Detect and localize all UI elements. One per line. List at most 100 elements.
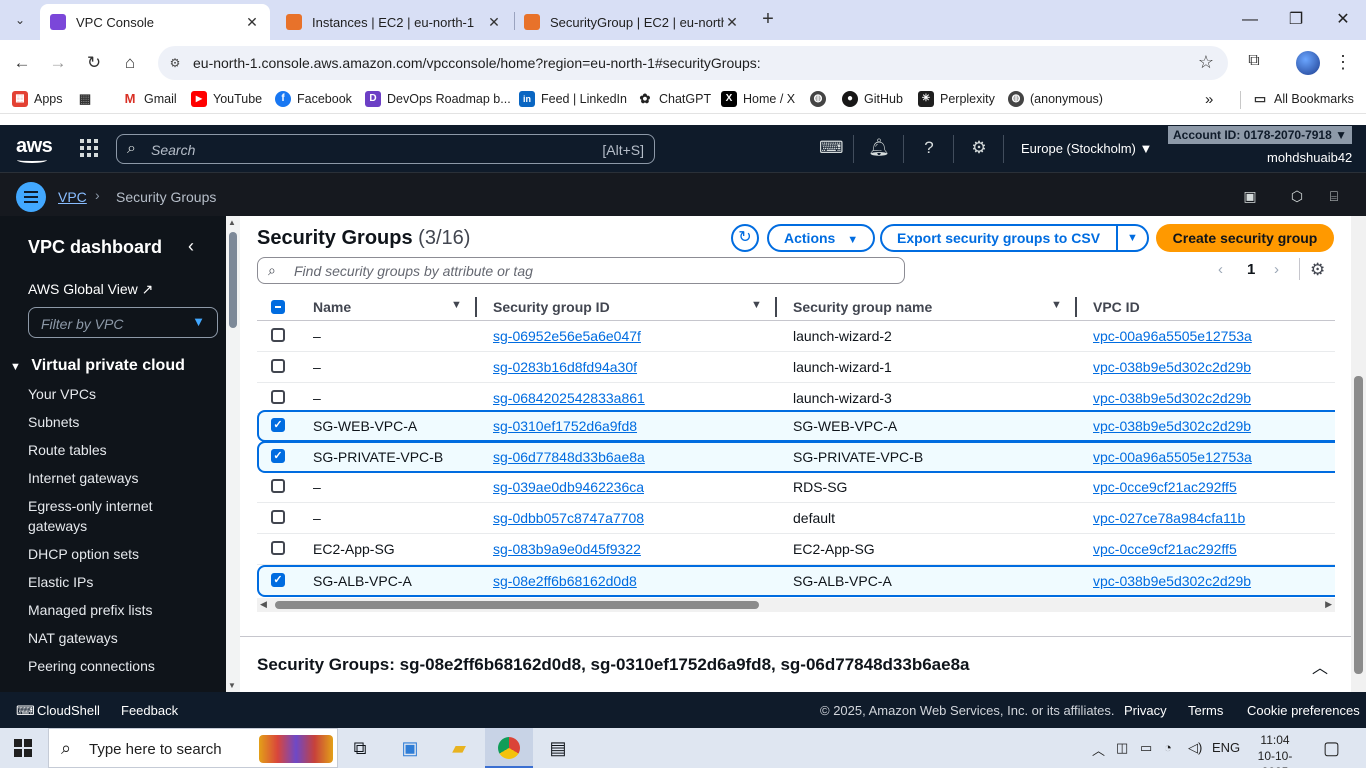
notifications-icon[interactable]: ▢ bbox=[1323, 738, 1340, 759]
sort-caret-icon[interactable]: ▼ bbox=[1051, 299, 1062, 311]
cell-vpc-id-link[interactable]: vpc-038b9e5d302c2d29b bbox=[1093, 359, 1251, 375]
cell-sg-id-link[interactable]: sg-0684202542833a861 bbox=[493, 390, 645, 406]
cell-vpc-id-link[interactable]: vpc-027ce78a984cfa11b bbox=[1093, 510, 1245, 526]
collapse-chevron-icon[interactable]: ‹ bbox=[188, 236, 194, 257]
sidebar-item-egress-only[interactable]: Egress-only internet bbox=[28, 496, 153, 516]
side-nav-toggle-icon[interactable] bbox=[16, 182, 46, 212]
tab-search-icon[interactable]: ⌄ bbox=[8, 8, 32, 32]
collapse-up-chevron-icon[interactable]: ︿ bbox=[1312, 654, 1328, 678]
col-name[interactable]: Name bbox=[313, 299, 351, 315]
sidebar-item-route-tables[interactable]: Route tables bbox=[28, 440, 107, 460]
bookmark-gmail[interactable]: M Gmail bbox=[122, 91, 177, 107]
next-page-icon[interactable]: › bbox=[1274, 261, 1279, 278]
table-row[interactable]: EC2-App-SG sg-083b9a9e0d45f9322 EC2-App-SG… bbox=[257, 534, 1335, 565]
cloudshell-icon[interactable]: ⌨ bbox=[819, 137, 844, 159]
sidebar-item-peering[interactable]: Peering connections bbox=[28, 656, 155, 676]
bookmark-perplexity[interactable]: ✳ Perplexity bbox=[918, 91, 995, 107]
scroll-thumb[interactable] bbox=[275, 601, 759, 609]
file-explorer-icon[interactable]: ▰ bbox=[435, 728, 483, 768]
tray-expand-chevron-icon[interactable]: ︿ bbox=[1092, 740, 1105, 759]
row-checkbox[interactable] bbox=[271, 541, 285, 555]
close-tab-icon[interactable]: ✕ bbox=[486, 14, 502, 31]
bookmark-chatgpt[interactable]: ✿ ChatGPT bbox=[637, 91, 711, 107]
username[interactable]: mohdshuaib42 bbox=[1267, 150, 1352, 165]
main-scrollbar[interactable] bbox=[1351, 216, 1366, 692]
bookmark-devops-roadmap[interactable]: D DevOps Roadmap b... bbox=[365, 91, 511, 107]
cell-vpc-id-link[interactable]: vpc-038b9e5d302c2d29b bbox=[1093, 418, 1251, 434]
aws-logo[interactable]: aws bbox=[16, 135, 53, 163]
sidebar-item-nat-gateways[interactable]: NAT gateways bbox=[28, 628, 118, 648]
table-row[interactable]: ✓ SG-WEB-VPC-A sg-0310ef1752d6a9fd8 SG-WEB-… bbox=[257, 410, 1335, 442]
scroll-thumb[interactable] bbox=[1354, 376, 1363, 674]
cloudshell-footer-icon[interactable]: ⌨ bbox=[16, 703, 35, 719]
sort-caret-icon[interactable]: ▼ bbox=[751, 299, 762, 311]
refresh-button[interactable]: ↻ bbox=[731, 224, 759, 252]
row-checkbox[interactable]: ✓ bbox=[271, 449, 285, 463]
sidebar-item-egress-only-cont[interactable]: gateways bbox=[28, 516, 87, 536]
url-text[interactable]: eu-north-1.console.aws.amazon.com/vpccon… bbox=[193, 55, 761, 71]
notifications-bell-icon[interactable]: 🔔︎ bbox=[868, 137, 890, 159]
col-sg-id[interactable]: Security group ID bbox=[493, 299, 610, 315]
column-resizer[interactable] bbox=[1075, 297, 1077, 317]
prev-page-icon[interactable]: ‹ bbox=[1218, 261, 1223, 278]
filter-by-vpc-select[interactable]: Filter by VPC ▼ bbox=[28, 307, 218, 338]
bookmark-tab-groups[interactable]: ▦ bbox=[77, 91, 99, 107]
cell-sg-id-link[interactable]: sg-0283b16d8fd94a30f bbox=[493, 359, 637, 375]
taskbar-search-input[interactable]: ⌕ Type here to search bbox=[48, 728, 338, 768]
services-grid-icon[interactable] bbox=[80, 139, 98, 157]
col-sg-name[interactable]: Security group name bbox=[793, 299, 932, 315]
tray-app-icon[interactable]: ◫ bbox=[1116, 740, 1128, 756]
more-bookmarks-icon[interactable]: » bbox=[1205, 91, 1213, 108]
address-bar[interactable]: ⚙ eu-north-1.console.aws.amazon.com/vpcc… bbox=[158, 46, 1228, 80]
scroll-up-icon[interactable]: ▲ bbox=[228, 218, 236, 227]
cell-sg-id-link[interactable]: sg-0310ef1752d6a9fd8 bbox=[493, 418, 637, 434]
cell-vpc-id-link[interactable]: vpc-038b9e5d302c2d29b bbox=[1093, 390, 1251, 406]
row-checkbox[interactable]: ✓ bbox=[271, 418, 285, 432]
actions-button[interactable]: Actions ▼ bbox=[767, 224, 876, 252]
sidebar-item-dhcp[interactable]: DHCP option sets bbox=[28, 544, 139, 564]
bookmark-github[interactable]: ● GitHub bbox=[842, 91, 903, 107]
sidebar-item-subnets[interactable]: Subnets bbox=[28, 412, 79, 432]
bookmark-anonymous[interactable]: ◍ (anonymous) bbox=[1008, 91, 1103, 107]
cell-vpc-id-link[interactable]: vpc-038b9e5d302c2d29b bbox=[1093, 573, 1251, 589]
scroll-thumb[interactable] bbox=[229, 232, 237, 328]
bookmark-globe[interactable]: ◍ bbox=[810, 91, 832, 107]
account-id-badge[interactable]: Account ID: 0178-2070-7918 ▼ bbox=[1168, 126, 1352, 144]
sidebar-item-prefix-lists[interactable]: Managed prefix lists bbox=[28, 600, 153, 620]
home-icon[interactable]: ⌂ bbox=[117, 50, 143, 76]
table-row[interactable]: – sg-039ae0db9462236ca RDS-SG vpc-0cce9cf21… bbox=[257, 472, 1335, 503]
cell-vpc-id-link[interactable]: vpc-00a96a5505e12753a bbox=[1093, 328, 1252, 344]
row-checkbox[interactable] bbox=[271, 328, 285, 342]
cell-sg-id-link[interactable]: sg-06d77848d33b6ae8a bbox=[493, 449, 645, 465]
select-all-checkbox[interactable] bbox=[271, 300, 285, 314]
sidebar-scrollbar[interactable]: ▲ ▼ bbox=[226, 216, 240, 692]
reload-icon[interactable]: ↻ bbox=[81, 50, 107, 76]
site-info-icon[interactable]: ⚙ bbox=[166, 54, 184, 72]
all-bookmarks[interactable]: ▭ All Bookmarks bbox=[1252, 91, 1354, 107]
windows-start-icon[interactable] bbox=[14, 739, 32, 757]
store-icon[interactable]: ▣ bbox=[386, 728, 434, 768]
system-clock[interactable]: 11:04 10-10-2025 bbox=[1250, 732, 1300, 768]
close-tab-icon[interactable]: ✕ bbox=[724, 14, 740, 31]
bookmark-youtube[interactable]: ▶ YouTube bbox=[191, 91, 262, 107]
cell-sg-id-link[interactable]: sg-039ae0db9462236ca bbox=[493, 479, 644, 495]
row-checkbox[interactable]: ✓ bbox=[271, 573, 285, 587]
restore-icon[interactable]: ❐ bbox=[1273, 6, 1319, 34]
table-row[interactable]: ✓ SG-PRIVATE-VPC-B sg-06d77848d33b6ae8a SG-… bbox=[257, 441, 1335, 473]
cell-sg-id-link[interactable]: sg-08e2ff6b68162d0d8 bbox=[493, 573, 637, 589]
back-icon[interactable]: ← bbox=[9, 50, 35, 76]
side-nav-title[interactable]: VPC dashboard bbox=[28, 237, 162, 258]
cell-vpc-id-link[interactable]: vpc-00a96a5505e12753a bbox=[1093, 449, 1252, 465]
close-tab-icon[interactable]: ✕ bbox=[244, 14, 260, 31]
cell-sg-id-link[interactable]: sg-0dbb057c8747a7708 bbox=[493, 510, 644, 526]
split-panel-divider[interactable] bbox=[240, 636, 1351, 637]
col-vpc-id[interactable]: VPC ID bbox=[1093, 299, 1140, 315]
aws-global-view-link[interactable]: AWS Global View ↗ bbox=[28, 281, 153, 298]
cell-sg-id-link[interactable]: sg-083b9a9e0d45f9322 bbox=[493, 541, 641, 557]
page-number[interactable]: 1 bbox=[1247, 261, 1255, 278]
table-row[interactable]: ✓ SG-ALB-VPC-A sg-08e2ff6b68162d0d8 SG-ALB-… bbox=[257, 565, 1335, 597]
bookmark-facebook[interactable]: f Facebook bbox=[275, 91, 352, 107]
bookmark-apps[interactable]: ▦ Apps bbox=[12, 91, 63, 107]
language-indicator[interactable]: ENG bbox=[1212, 740, 1240, 755]
snipping-tool-icon[interactable]: ▤ bbox=[534, 728, 582, 768]
